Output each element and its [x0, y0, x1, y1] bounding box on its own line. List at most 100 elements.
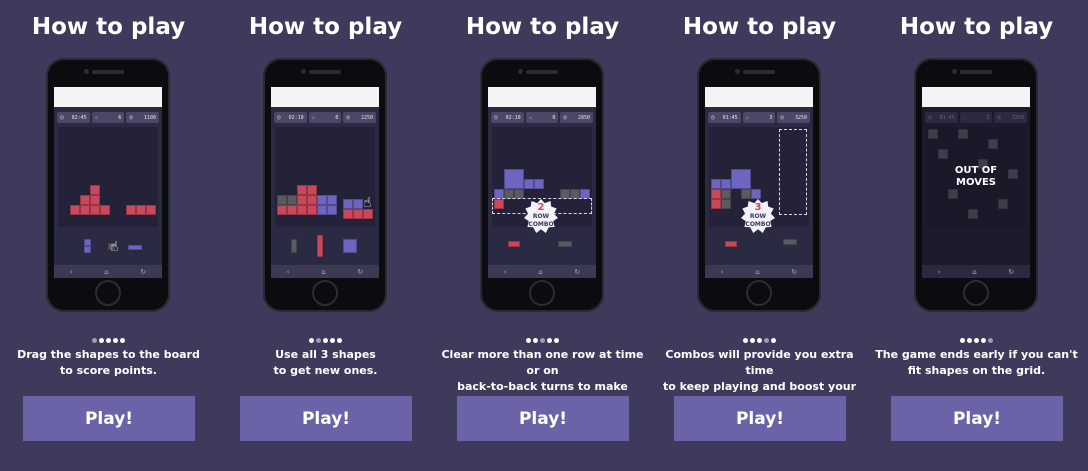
camera-icon: [735, 69, 740, 74]
block: [353, 199, 363, 209]
phone-mockup: ◷ 02:10 ☆ 0 ◎ 2250 ☝ ‹ ⌂ ↻: [263, 58, 387, 312]
restart-icon[interactable]: ↻: [357, 268, 363, 276]
restart-icon[interactable]: ↻: [574, 268, 580, 276]
tray-shape[interactable]: [84, 239, 91, 246]
speaker-icon: [309, 70, 341, 74]
nav-bar: ‹ ⌂ ↻: [922, 265, 1030, 278]
combo-label: COMBO: [745, 221, 771, 228]
home-icon[interactable]: ⌂: [321, 268, 325, 276]
game-screen: ◷ 01:45 ☆ 3 ◎ 3250 3 ROW COMBO ‹ ⌂ ↻: [705, 87, 813, 278]
play-button[interactable]: Play!: [240, 396, 412, 441]
restart-icon[interactable]: ↻: [791, 268, 797, 276]
ad-banner: [705, 87, 813, 107]
back-icon[interactable]: ‹: [721, 268, 724, 276]
page-dot[interactable]: [764, 338, 769, 343]
ad-banner: [922, 87, 1030, 107]
block: [277, 195, 287, 205]
tray-shape[interactable]: [725, 241, 737, 247]
page-dot[interactable]: [526, 338, 531, 343]
page-dot[interactable]: [106, 338, 111, 343]
hud-score: ◎ 2850: [560, 112, 594, 123]
tray-shape[interactable]: [343, 239, 357, 253]
block: [353, 209, 363, 219]
score-icon: ◎: [563, 114, 567, 121]
home-button-icon: [746, 280, 772, 306]
tutorial-slide-4: How to play ◷ 01:45 ☆ 3 ◎ 3250 3 ROW COM…: [651, 0, 868, 471]
tutorial-slide-2: How to play ◷ 02:10 ☆ 0 ◎ 2250 ☝ ‹ ⌂ ↻ U…: [217, 0, 434, 471]
play-button[interactable]: Play!: [674, 396, 846, 441]
tray-shape[interactable]: [317, 235, 323, 257]
slide-title: How to play: [248, 14, 403, 40]
page-dot[interactable]: [988, 338, 993, 343]
block: [297, 185, 307, 195]
block: [70, 205, 80, 215]
block: [307, 205, 317, 215]
block: [136, 205, 146, 215]
shape-tray[interactable]: [488, 233, 596, 259]
tray-shape[interactable]: [84, 246, 91, 253]
page-dot[interactable]: [547, 338, 552, 343]
page-dot[interactable]: [757, 338, 762, 343]
hud-timer: ◷ 02:45: [57, 112, 90, 123]
page-dot[interactable]: [113, 338, 118, 343]
page-dot[interactable]: [974, 338, 979, 343]
back-icon[interactable]: ‹: [70, 268, 73, 276]
hand-pointer-icon: ☝: [110, 239, 119, 255]
tray-shape[interactable]: [291, 239, 297, 253]
page-dot[interactable]: [967, 338, 972, 343]
page-dot[interactable]: [750, 338, 755, 343]
shape-tray[interactable]: [271, 233, 379, 259]
play-button[interactable]: Play!: [891, 396, 1063, 441]
tray-shape[interactable]: [128, 245, 142, 250]
page-dot[interactable]: [99, 338, 104, 343]
play-button[interactable]: Play!: [23, 396, 195, 441]
restart-icon[interactable]: ↻: [1008, 268, 1014, 276]
game-board[interactable]: [275, 127, 375, 227]
hud-stars: ☆ 6: [91, 112, 125, 123]
back-icon[interactable]: ‹: [504, 268, 507, 276]
home-icon[interactable]: ⌂: [538, 268, 542, 276]
block: [297, 205, 307, 215]
score-value: 2850: [577, 114, 591, 121]
game-board[interactable]: [58, 127, 158, 227]
shape-tray[interactable]: [705, 233, 813, 259]
page-dot[interactable]: [743, 338, 748, 343]
cleared-column-highlight: [779, 129, 807, 215]
page-dot[interactable]: [337, 338, 342, 343]
shape-tray[interactable]: ☝: [54, 233, 162, 259]
page-dot[interactable]: [92, 338, 97, 343]
tray-shape[interactable]: [783, 239, 797, 245]
page-dot[interactable]: [554, 338, 559, 343]
page-dot[interactable]: [309, 338, 314, 343]
home-button-icon: [529, 280, 555, 306]
hud-stars: ☆ 0: [308, 112, 342, 123]
page-dot[interactable]: [120, 338, 125, 343]
block: [968, 209, 978, 219]
phone-mockup: ◷ 01:45 ☆ 3 ◎ 3250 3 ROW COMBO ‹ ⌂ ↻: [697, 58, 821, 312]
page-dot[interactable]: [533, 338, 538, 343]
speaker-icon: [92, 70, 124, 74]
timer-value: 01:45: [939, 114, 955, 121]
page-dot[interactable]: [323, 338, 328, 343]
block: [343, 199, 353, 209]
page-dot[interactable]: [771, 338, 776, 343]
score-icon: ◎: [346, 114, 350, 121]
page-dot[interactable]: [330, 338, 335, 343]
home-icon[interactable]: ⌂: [104, 268, 108, 276]
back-icon[interactable]: ‹: [287, 268, 290, 276]
tray-shape[interactable]: [508, 241, 520, 247]
page-dot[interactable]: [960, 338, 965, 343]
page-dot[interactable]: [981, 338, 986, 343]
restart-icon[interactable]: ↻: [140, 268, 146, 276]
page-dot[interactable]: [316, 338, 321, 343]
score-icon: ◎: [997, 114, 1001, 121]
block: [751, 189, 761, 199]
block: [327, 195, 337, 205]
tray-shape[interactable]: [558, 241, 572, 247]
page-dot[interactable]: [540, 338, 545, 343]
play-button[interactable]: Play!: [457, 396, 629, 441]
back-icon[interactable]: ‹: [938, 268, 941, 276]
home-icon[interactable]: ⌂: [755, 268, 759, 276]
block: [90, 195, 100, 205]
home-icon[interactable]: ⌂: [972, 268, 976, 276]
